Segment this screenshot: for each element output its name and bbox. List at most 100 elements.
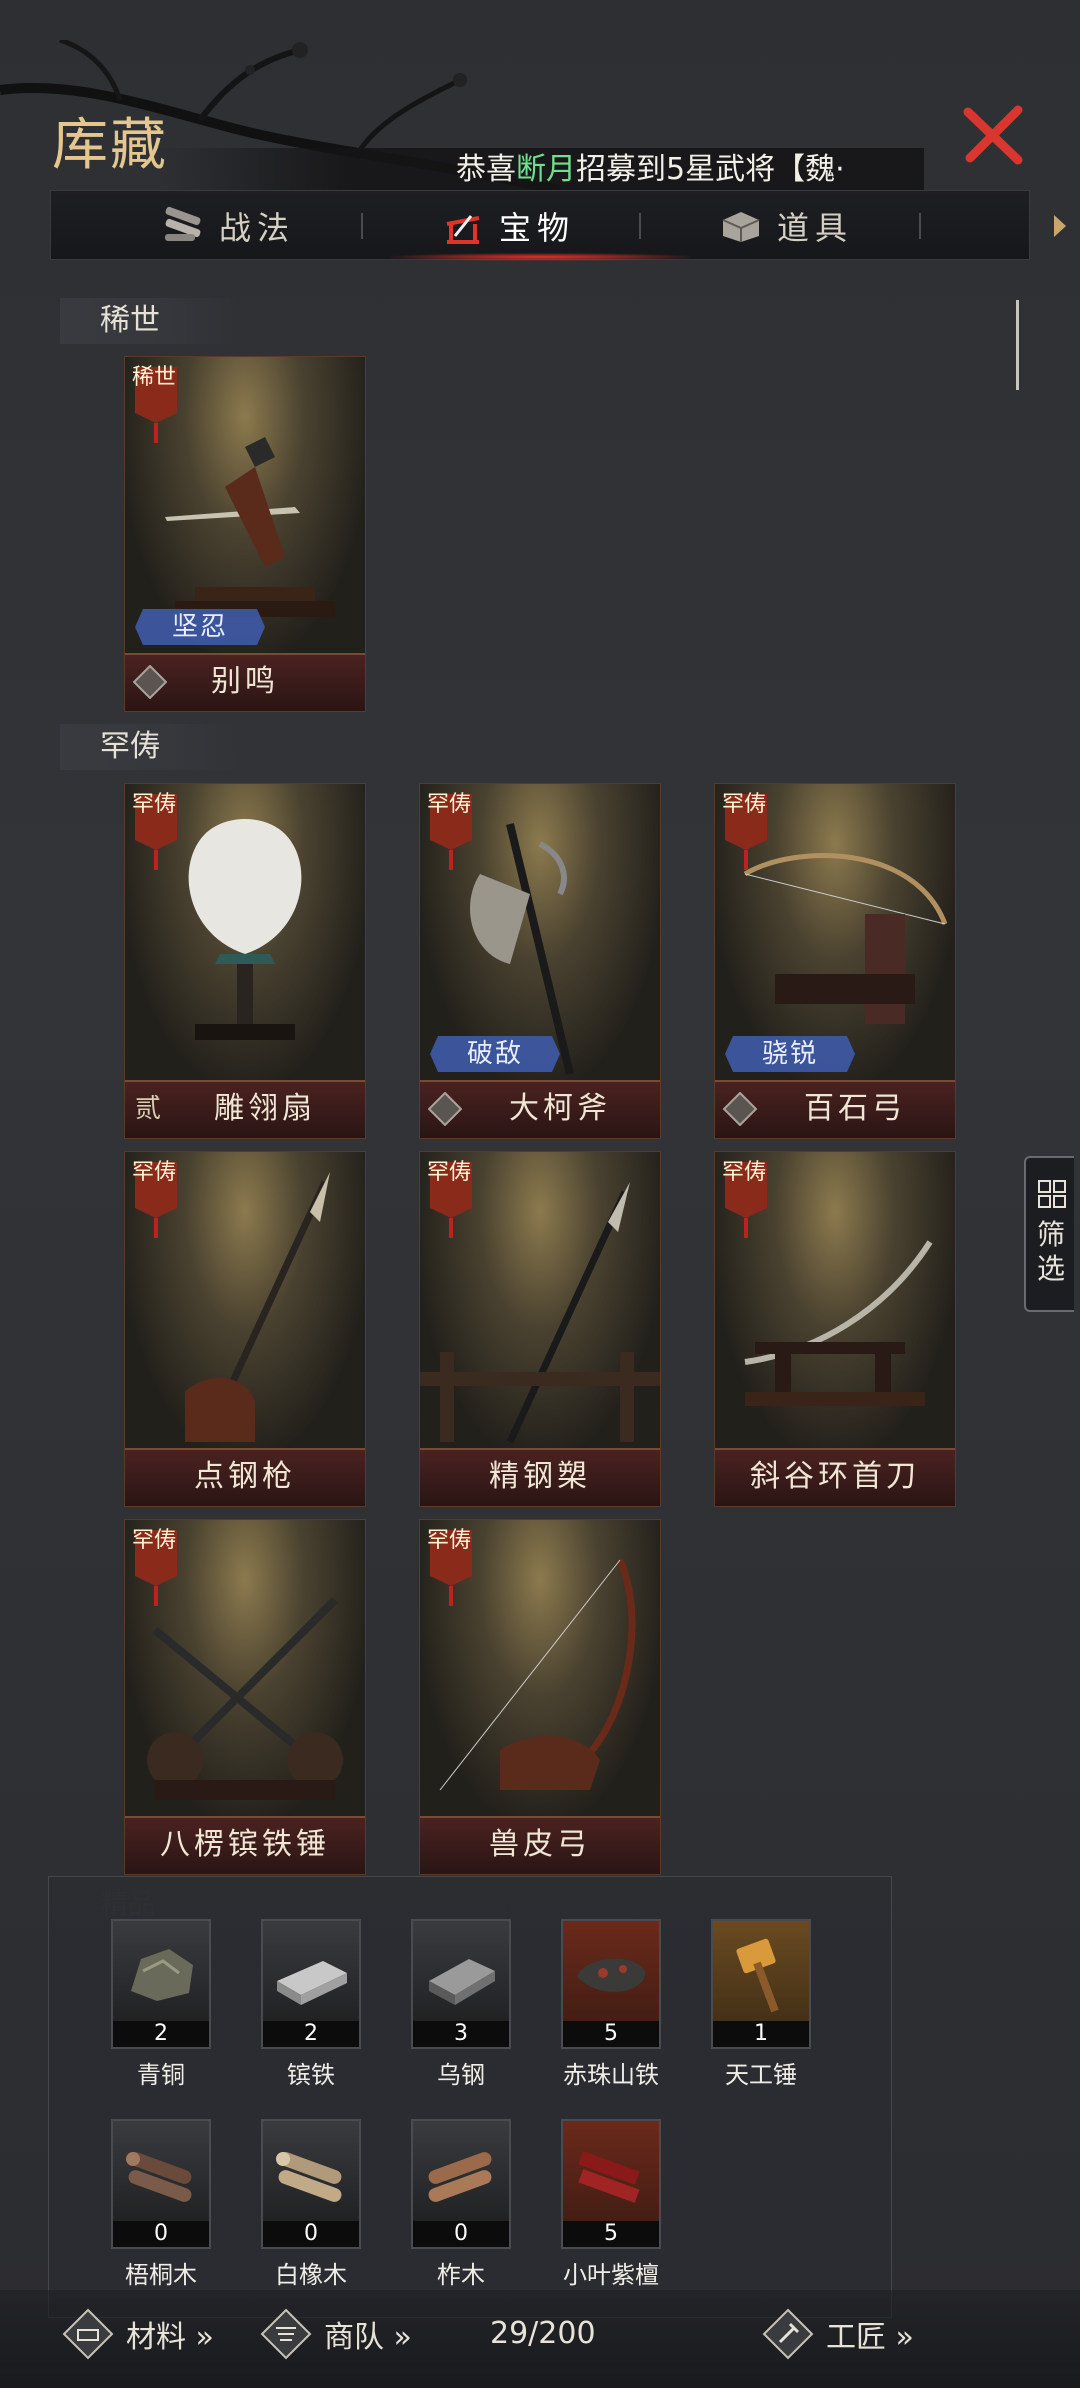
treasure-rack-icon (446, 215, 480, 244)
active-tab-glow (391, 253, 691, 261)
material-item[interactable]: 1 天工锤 (711, 1919, 811, 2090)
craftsman-button-label: 工匠 » (826, 2320, 914, 2355)
material-item[interactable]: 2 镔铁 (261, 1919, 361, 2090)
craftsman-icon (762, 2308, 814, 2360)
scrollbar[interactable] (1016, 300, 1019, 390)
tab-bar: 战法 宝物 道具 (50, 190, 1066, 261)
close-icon[interactable] (962, 104, 1024, 166)
marquee-prefix: 恭喜 (456, 152, 516, 187)
material-item[interactable]: 0 白橡木 (261, 2119, 361, 2290)
tab-divider (361, 213, 363, 239)
tab-tactics-label: 战法 (219, 209, 296, 247)
material-count: 5 (563, 2221, 659, 2247)
wood-logs-icon: 0 (261, 2119, 361, 2249)
material-count: 3 (413, 2021, 509, 2047)
filter-button[interactable]: 筛选 (1024, 1156, 1074, 1312)
material-count: 1 (713, 2021, 809, 2047)
ore-icon: 2 (111, 1919, 211, 2049)
hammer-icon: 1 (711, 1919, 811, 2049)
announcement-marquee: 恭喜断月招募到5星武将【魏· (156, 148, 924, 192)
material-name: 柞木 (437, 2261, 485, 2289)
material-count: 0 (413, 2221, 509, 2247)
rarity-badge-label: 罕俦 (131, 792, 176, 817)
caravan-button[interactable]: 商队 » (258, 2306, 412, 2362)
treasure-name: 兽皮弓 (489, 1827, 591, 1862)
tab-tactics[interactable]: 战法 (161, 191, 295, 261)
treasure-card[interactable]: 罕俦 破敌 大柯斧 (419, 783, 661, 1139)
wood-logs-icon: 0 (111, 2119, 211, 2249)
craftsman-button[interactable]: 工匠 » (760, 2306, 914, 2362)
material-item[interactable]: 5 小叶紫檀 (561, 2119, 661, 2290)
rarity-badge-label: 罕俦 (426, 1528, 471, 1553)
tab-items-label: 道具 (777, 209, 854, 247)
materials-panel: 2 青铜 2 镔铁 3 乌钢 5 赤珠山铁 1 天工锤 0 梧桐木 0 白橡木 … (48, 1876, 892, 2318)
material-count: 0 (263, 2221, 359, 2247)
section-header-rare: 稀世 (60, 298, 240, 344)
skill-tag-label: 骁锐 (761, 1039, 818, 1069)
rarity-badge-label: 罕俦 (721, 792, 766, 817)
rarity-badge-label: 罕俦 (721, 1160, 766, 1185)
red-ore-icon: 5 (561, 1919, 661, 2049)
grid-filter-icon (1038, 1180, 1066, 1208)
treasure-name: 斜谷环首刀 (750, 1459, 920, 1494)
rarity-badge-label: 罕俦 (131, 1160, 176, 1185)
page-title: 库藏 (52, 113, 168, 178)
treasure-name: 点钢枪 (194, 1459, 296, 1494)
treasure-name: 百石弓 (804, 1091, 906, 1126)
material-count: 2 (113, 2021, 209, 2047)
rosewood-icon: 5 (561, 2119, 661, 2249)
rarity-badge-label: 罕俦 (426, 1160, 471, 1185)
tab-divider (919, 213, 921, 239)
skill-tag-label: 破敌 (466, 1039, 523, 1069)
chevron-right-icon[interactable] (1051, 213, 1069, 239)
material-name: 小叶紫檀 (563, 2261, 659, 2289)
treasure-card[interactable]: 罕俦 斜谷环首刀 (714, 1151, 956, 1507)
storage-capacity: 29/200 (490, 2316, 596, 2351)
treasure-card[interactable]: 稀世 坚忍 别鸣 (124, 356, 366, 712)
treasure-name: 精钢槊 (489, 1459, 591, 1494)
material-name: 乌钢 (437, 2061, 485, 2089)
treasure-name: 八楞镔铁锤 (160, 1827, 330, 1862)
treasure-card[interactable]: 罕俦 兽皮弓 (419, 1519, 661, 1875)
filter-label: 筛选 (1036, 1218, 1065, 1285)
scroll-bundle-icon (165, 206, 201, 241)
material-count: 5 (563, 2021, 659, 2047)
treasure-card[interactable]: 罕俦 骁锐 百石弓 (714, 783, 956, 1139)
rarity-badge-label: 罕俦 (426, 792, 471, 817)
skill-tag-label: 坚忍 (171, 612, 228, 642)
marquee-player-name: 断月 (516, 152, 576, 187)
treasure-card[interactable]: 罕俦 贰 雕翎扇 (124, 783, 366, 1139)
material-count: 2 (263, 2021, 359, 2047)
treasure-card[interactable]: 罕俦 八楞镔铁锤 (124, 1519, 366, 1875)
material-name: 镔铁 (287, 2061, 335, 2089)
treasure-card[interactable]: 罕俦 精钢槊 (419, 1151, 661, 1507)
material-name: 赤珠山铁 (563, 2061, 659, 2089)
steel-ingot-icon: 3 (411, 1919, 511, 2049)
material-name: 梧桐木 (125, 2261, 197, 2289)
marquee-suffix: 招募到5星武将【魏· (576, 152, 845, 187)
tab-items[interactable]: 道具 (719, 191, 853, 261)
tab-treasures-label: 宝物 (499, 209, 576, 247)
material-item[interactable]: 2 青铜 (111, 1919, 211, 2090)
tab-treasures[interactable]: 宝物 (441, 191, 575, 261)
wood-logs-icon: 0 (411, 2119, 511, 2249)
rarity-badge-label: 罕俦 (131, 1528, 176, 1553)
materials-button[interactable]: 材料 » (60, 2306, 214, 2362)
material-item[interactable]: 5 赤珠山铁 (561, 1919, 661, 2090)
treasure-card[interactable]: 罕俦 点钢枪 (124, 1151, 366, 1507)
material-item[interactable]: 3 乌钢 (411, 1919, 511, 2090)
material-count: 0 (113, 2221, 209, 2247)
material-name: 青铜 (137, 2061, 185, 2089)
item-box-icon (722, 212, 760, 242)
material-item[interactable]: 0 梧桐木 (111, 2119, 211, 2290)
iron-ingot-icon: 2 (261, 1919, 361, 2049)
material-item[interactable]: 0 柞木 (411, 2119, 511, 2290)
caravan-button-label: 商队 » (324, 2320, 412, 2355)
material-name: 天工锤 (725, 2061, 797, 2089)
treasure-name: 别鸣 (211, 664, 279, 699)
treasure-name: 雕翎扇 (214, 1091, 316, 1126)
material-crate-icon (62, 2308, 114, 2360)
treasure-name: 大柯斧 (509, 1091, 611, 1126)
materials-button-label: 材料 » (126, 2320, 214, 2355)
material-name: 白橡木 (275, 2261, 347, 2289)
